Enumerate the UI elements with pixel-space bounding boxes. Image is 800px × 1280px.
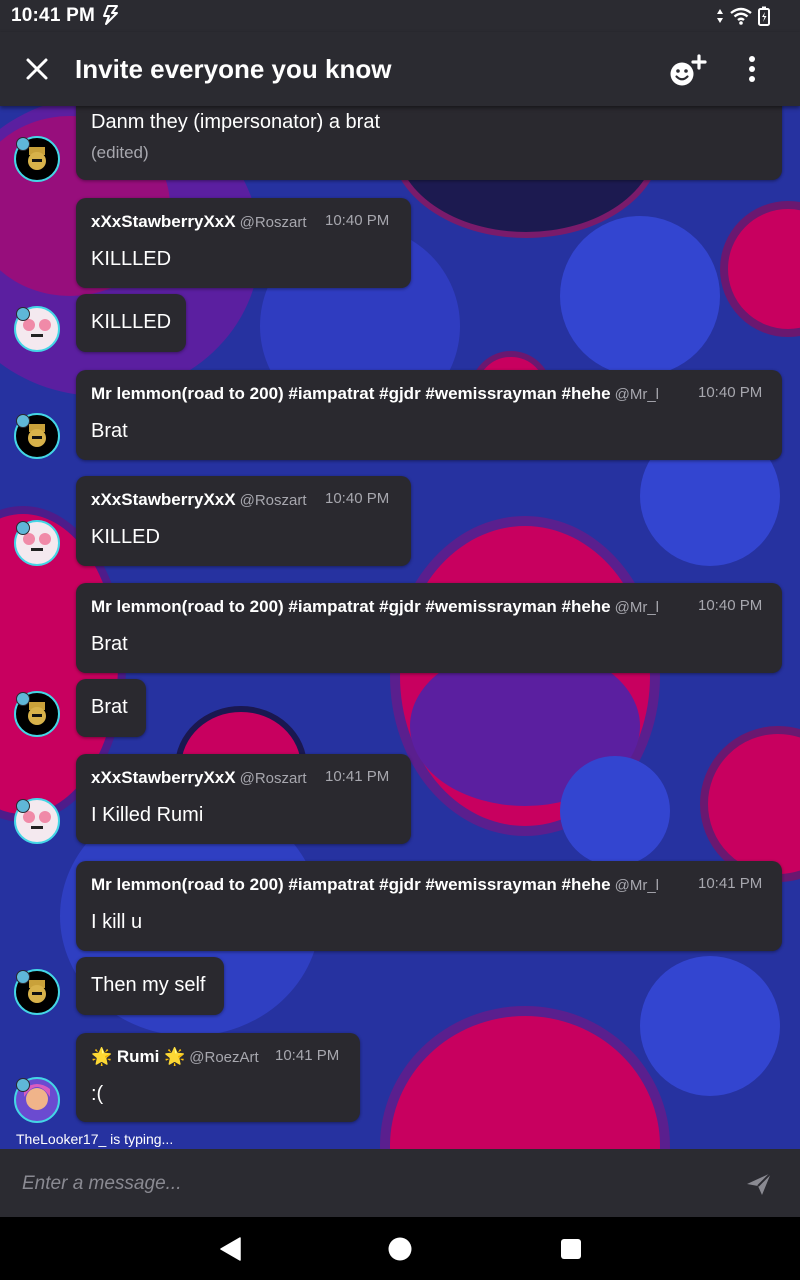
message-bubble[interactable]: Mr lemmon(road to 200) #iampatrat #gjdr … xyxy=(76,583,782,673)
message-time: 10:40 PM xyxy=(325,490,390,507)
nav-home-button[interactable] xyxy=(388,1237,412,1266)
message-bubble[interactable]: Danm they (impersonator) a brat (edited) xyxy=(76,106,782,180)
close-button[interactable] xyxy=(22,54,52,84)
battery-charging-icon xyxy=(758,6,770,31)
data-arrows-icon xyxy=(716,8,724,29)
message-input[interactable] xyxy=(20,1165,704,1203)
message-bubble[interactable]: xXxStawberryXxX @Roszart 10:40 PM KILLLED xyxy=(76,198,411,288)
message-meta: xXxStawberryXxX @Roszart xyxy=(91,768,307,788)
message-bubble[interactable]: Mr lemmon(road to 200) #iampatrat #gjdr … xyxy=(76,370,782,460)
add-friend-icon xyxy=(670,54,707,86)
status-time: 10:41 PM xyxy=(11,5,95,26)
send-icon xyxy=(747,1172,772,1195)
message-text: :( xyxy=(91,1083,104,1105)
avatar-badge xyxy=(16,521,30,535)
message-meta: Mr lemmon(road to 200) #iampatrat #gjdr … xyxy=(91,384,681,404)
message-meta: xXxStawberryXxX @Roszart xyxy=(91,212,307,232)
status-bar: 10:41 PM xyxy=(0,0,800,32)
sender-name[interactable]: xXxStawberryXxX xyxy=(91,490,236,509)
message-meta: 🌟 Rumi 🌟 @RoezArt xyxy=(91,1047,259,1067)
message-time: 10:41 PM xyxy=(275,1047,340,1064)
avatar-badge xyxy=(16,970,30,984)
nav-recent-apps-button[interactable] xyxy=(560,1238,582,1265)
sender-handle: @Mr_l xyxy=(614,386,660,403)
back-triangle-icon xyxy=(220,1237,241,1261)
message-meta: xXxStawberryXxX @Roszart xyxy=(91,490,307,510)
avatar-badge xyxy=(16,414,30,428)
avatar-badge xyxy=(16,307,30,321)
message-time: 10:40 PM xyxy=(698,597,763,614)
message-text: Danm they (impersonator) a brat xyxy=(91,111,381,133)
sender-name[interactable]: 🌟 Rumi 🌟 xyxy=(91,1047,185,1066)
message-text: Then my self xyxy=(91,974,206,996)
message-bubble[interactable]: Then my self xyxy=(76,957,224,1015)
message-bubble[interactable]: 🌟 Rumi 🌟 @RoezArt 10:41 PM :( xyxy=(76,1033,360,1122)
avatar-badge xyxy=(16,799,30,813)
sender-handle: @RoezArt xyxy=(189,1049,259,1066)
wifi-icon xyxy=(730,7,752,30)
nav-back-button[interactable] xyxy=(219,1237,243,1266)
more-options-button[interactable] xyxy=(738,54,766,86)
flash-icon xyxy=(101,5,121,30)
sender-handle: @Roszart xyxy=(239,214,307,231)
message-text: I kill u xyxy=(91,911,143,933)
message-text: I Killed Rumi xyxy=(91,804,204,826)
message-bubble[interactable]: xXxStawberryXxX @Roszart 10:40 PM KILLED xyxy=(76,476,411,566)
message-meta: Mr lemmon(road to 200) #iampatrat #gjdr … xyxy=(91,597,681,617)
message-composer xyxy=(0,1149,800,1217)
page-title: Invite everyone you know xyxy=(75,54,392,84)
sender-name[interactable]: xXxStawberryXxX xyxy=(91,212,236,231)
typing-indicator: TheLooker17_ is typing... xyxy=(16,1131,174,1147)
message-meta: Mr lemmon(road to 200) #iampatrat #gjdr … xyxy=(91,875,681,895)
message-text: Brat xyxy=(91,633,128,655)
more-vert-icon xyxy=(749,56,755,82)
sender-name[interactable]: xXxStawberryXxX xyxy=(91,768,236,787)
message-text: Brat xyxy=(91,696,128,718)
sender-name[interactable]: Mr lemmon(road to 200) #iampatrat #gjdr … xyxy=(91,875,611,894)
message-bubble[interactable]: Brat xyxy=(76,679,146,737)
message-bubble[interactable]: KILLLED xyxy=(76,294,186,352)
close-icon xyxy=(26,58,48,80)
message-text: KILLED xyxy=(91,526,160,548)
message-bubble[interactable]: xXxStawberryXxX @Roszart 10:41 PM I Kille… xyxy=(76,754,411,844)
sender-handle: @Mr_l xyxy=(614,599,660,616)
message-time: 10:41 PM xyxy=(698,875,763,892)
sender-name[interactable]: Mr lemmon(road to 200) #iampatrat #gjdr … xyxy=(91,384,611,403)
message-time: 10:40 PM xyxy=(698,384,763,401)
avatar-badge xyxy=(16,1078,30,1092)
app-bar: Invite everyone you know xyxy=(0,32,800,106)
edited-label: (edited) xyxy=(91,143,149,162)
sender-name[interactable]: Mr lemmon(road to 200) #iampatrat #gjdr … xyxy=(91,597,611,616)
sender-handle: @Roszart xyxy=(239,770,307,787)
status-icons xyxy=(716,6,770,31)
message-text: KILLLED xyxy=(91,248,172,270)
message-list[interactable]: Danm they (impersonator) a brat (edited)… xyxy=(0,106,800,1149)
message-text: KILLLED xyxy=(91,311,172,333)
message-time: 10:40 PM xyxy=(325,212,390,229)
sender-handle: @Mr_l xyxy=(614,877,660,894)
avatar-badge xyxy=(16,692,30,706)
sender-handle: @Roszart xyxy=(239,492,307,509)
message-time: 10:41 PM xyxy=(325,768,390,785)
system-nav-bar xyxy=(0,1217,800,1280)
recent-square-icon xyxy=(561,1239,581,1259)
message-bubble[interactable]: Mr lemmon(road to 200) #iampatrat #gjdr … xyxy=(76,861,782,951)
send-button[interactable] xyxy=(745,1171,773,1197)
home-circle-icon xyxy=(388,1237,412,1261)
avatar-badge xyxy=(16,137,30,151)
add-friend-button[interactable] xyxy=(668,54,708,88)
message-text: Brat xyxy=(91,420,128,442)
